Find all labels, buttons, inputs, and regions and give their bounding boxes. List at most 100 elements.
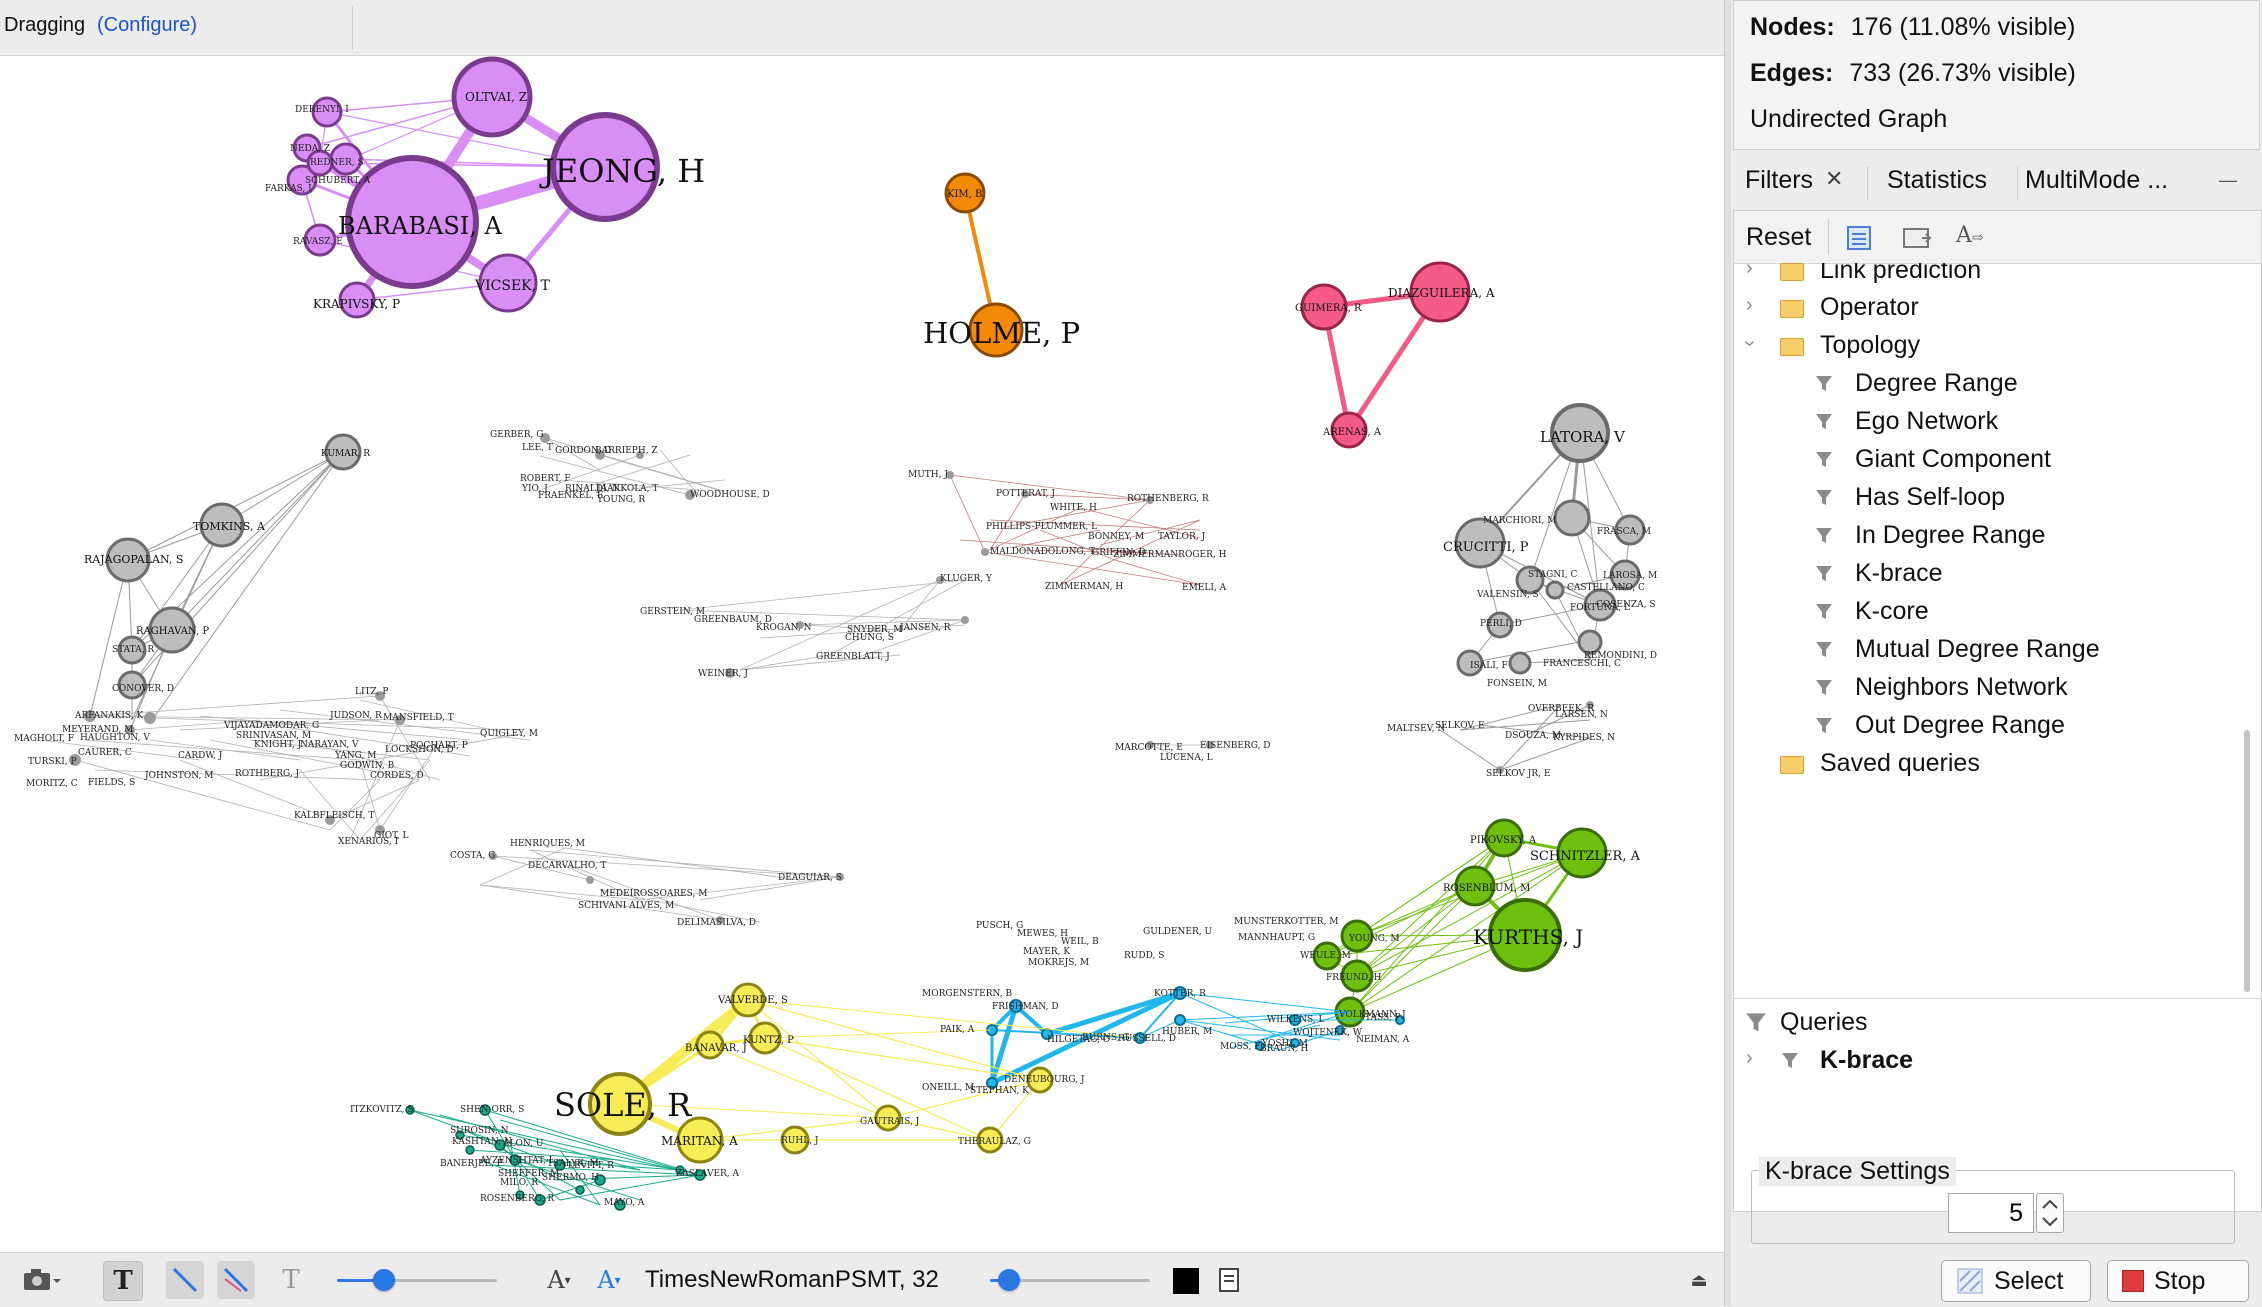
node-label: ROTHENBERG, R xyxy=(1127,494,1209,504)
filter-k-core[interactable]: K-core xyxy=(1734,594,2239,632)
cluster-gray-center xyxy=(479,437,1210,923)
k-brace-value-input[interactable]: 5 xyxy=(1948,1193,2034,1233)
gray-small-nodes[interactable] xyxy=(69,433,1594,924)
node-label: MARCOTTE, E xyxy=(1115,743,1183,753)
node-label: XENARIOS, I xyxy=(338,837,399,847)
filter-neighbors-network[interactable]: Neighbors Network xyxy=(1734,670,2239,708)
filter-degree-range[interactable]: Degree Range xyxy=(1734,366,2239,404)
filter-in-degree-range[interactable]: In Degree Range xyxy=(1734,518,2239,556)
node-label: ONEILL, M xyxy=(922,1083,974,1093)
filter-mutual-degree-range[interactable]: Mutual Degree Range xyxy=(1734,632,2239,670)
node-label: SHEN-ORR, S xyxy=(460,1105,524,1115)
graph-svg[interactable]: BARABASI, A JEONG, H HOLME, P SOLE, R KU… xyxy=(0,56,1724,1252)
node-label: SCHUBERT, A xyxy=(305,176,371,186)
export-icon[interactable] xyxy=(1210,1261,1248,1299)
text-size-icon[interactable]: T xyxy=(272,1261,310,1299)
right-panel: Nodes: 176 (11.08% visible) Edges: 733 (26… xyxy=(1731,0,2262,1306)
node-label: MALDONADOLONG, T xyxy=(990,547,1095,557)
node-label: JANSEN, R xyxy=(899,623,951,633)
svg-text:RAGHAVAN, P: RAGHAVAN, P xyxy=(136,626,209,637)
edge-color-icon[interactable] xyxy=(217,1261,255,1299)
filter-out-degree-range[interactable]: Out Degree Range xyxy=(1734,708,2239,746)
filter-ego-network[interactable]: Ego Network xyxy=(1734,404,2239,442)
export-query-icon[interactable] xyxy=(1902,225,1934,256)
reset-button[interactable]: Reset xyxy=(1746,223,1811,252)
node-label: KLUGER, Y xyxy=(940,574,993,584)
tree-item-topology[interactable]: › Topology xyxy=(1734,328,2239,366)
label-size-slider[interactable] xyxy=(337,1269,497,1291)
select-button[interactable]: Select xyxy=(1941,1260,2091,1302)
close-icon[interactable]: ✕ xyxy=(1825,166,1843,192)
collapse-icon[interactable]: ⏏ xyxy=(1680,1261,1718,1299)
svg-text:KUNTZ, P: KUNTZ, P xyxy=(743,1035,794,1046)
toolbar-divider xyxy=(352,6,353,50)
label-color-slider[interactable] xyxy=(990,1269,1150,1291)
svg-text:CRUCITTI, P: CRUCITTI, P xyxy=(1443,540,1529,555)
node-label: ZASLAVER, A xyxy=(676,1169,740,1179)
node-label: YOUNG, M xyxy=(1348,934,1400,944)
node-label: WEIL, B xyxy=(1061,937,1099,947)
node-label: COSENZA, S xyxy=(1596,600,1656,610)
node-label: SUROSIN, N xyxy=(450,1126,509,1136)
node-label: LITZ, P xyxy=(355,687,388,697)
node-label: VIJAYADAMODAR, G xyxy=(223,721,319,731)
graph-type: Undirected Graph xyxy=(1750,105,1948,133)
svg-text:KUMAR, R: KUMAR, R xyxy=(321,449,370,459)
node-label: ZIMMERMANROGER, H xyxy=(1113,550,1227,560)
node-label: STAGNI, C xyxy=(1528,570,1578,580)
node-label: CAURER, C xyxy=(78,748,132,758)
tab-multimode[interactable]: MultiMode ... xyxy=(2025,166,2168,195)
configure-link[interactable]: (Configure) xyxy=(97,14,197,37)
filter-k-brace[interactable]: K-brace xyxy=(1734,556,2239,594)
node-label: POTTERAT, J xyxy=(996,489,1055,499)
funnel-icon xyxy=(1746,1013,1766,1032)
node-label: RUDD, S xyxy=(1124,951,1164,961)
node-label: NARAYAN, V xyxy=(300,740,359,750)
filter-giant-component[interactable]: Giant Component xyxy=(1734,442,2239,480)
stop-button[interactable]: Stop xyxy=(2107,1260,2249,1302)
node-label: CARDW, J xyxy=(178,751,223,761)
filter-has-self-loop[interactable]: Has Self-loop xyxy=(1734,480,2239,518)
filter-tree-scrollbar[interactable] xyxy=(2242,266,2252,996)
tab-statistics[interactable]: Statistics xyxy=(1887,166,1987,195)
node-label: KNIGHT, J xyxy=(254,740,302,750)
camera-icon[interactable] xyxy=(12,1261,72,1299)
node-label: RUHL, J xyxy=(781,1136,819,1146)
node-label: GAUTRAIS, J xyxy=(860,1117,920,1127)
queries-root[interactable]: Queries xyxy=(1734,1005,2254,1043)
scrollbar-thumb[interactable] xyxy=(2244,730,2250,992)
graph-bottom-toolbar: T T A ▾ A ▾ TimesNewRomanPSMT, 32 ⏏ xyxy=(0,1252,1724,1307)
node-label: BRAUN, H xyxy=(1260,1044,1308,1054)
font-a-icon[interactable]: A ▾ xyxy=(590,1261,628,1299)
node-label: PHILLIPS-PLUMMER, L xyxy=(986,522,1097,532)
color-swatch-icon[interactable] xyxy=(1173,1268,1199,1294)
minimize-icon[interactable]: — xyxy=(2219,170,2237,191)
graph-canvas[interactable]: BARABASI, A JEONG, H HOLME, P SOLE, R KU… xyxy=(0,56,1724,1252)
rename-icon[interactable]: A⇨ xyxy=(1956,223,1984,248)
query-k-brace[interactable]: › K-brace xyxy=(1734,1043,2254,1081)
graph-panel: Dragging (Configure) BARABASI, A JEONG, … xyxy=(0,0,1724,1307)
node-label: KYRPIDES, N xyxy=(1553,733,1615,743)
tree-item-operator[interactable]: › Operator xyxy=(1734,290,2239,328)
text-bold-icon[interactable]: T xyxy=(103,1261,143,1301)
node-label: MOKREJS, M xyxy=(1028,958,1089,968)
node-label: GULDENER, U xyxy=(1143,927,1212,937)
node-label: POCHART, P xyxy=(410,741,468,751)
tree-item-saved-queries[interactable]: Saved queries xyxy=(1734,746,2239,784)
node-label: WEINER, J xyxy=(698,669,748,679)
node-label: BANERJEE, P xyxy=(440,1159,503,1169)
node-label: THERAULAZ, G xyxy=(958,1137,1031,1147)
k-brace-stepper[interactable] xyxy=(2036,1193,2064,1233)
filter-library-icon[interactable] xyxy=(1846,225,1876,256)
tab-filters[interactable]: Filters xyxy=(1745,166,1813,195)
font-name-label[interactable]: TimesNewRomanPSMT, 32 xyxy=(645,1266,939,1294)
node-label: PERLI, D xyxy=(1480,619,1522,629)
edge-pen-icon[interactable] xyxy=(166,1261,204,1299)
funnel-icon xyxy=(1816,642,1832,657)
node-label: YOUNG, R xyxy=(596,495,645,505)
svg-text:SCHNITZLER, A: SCHNITZLER, A xyxy=(1530,849,1641,864)
funnel-icon xyxy=(1816,376,1832,391)
font-size-a-icon[interactable]: A ▾ xyxy=(540,1261,578,1299)
tab-bar: Filters ✕ Statistics MultiMode ... — xyxy=(1731,158,2262,206)
tree-item-link-prediction[interactable]: › Link prediction xyxy=(1734,263,2239,291)
